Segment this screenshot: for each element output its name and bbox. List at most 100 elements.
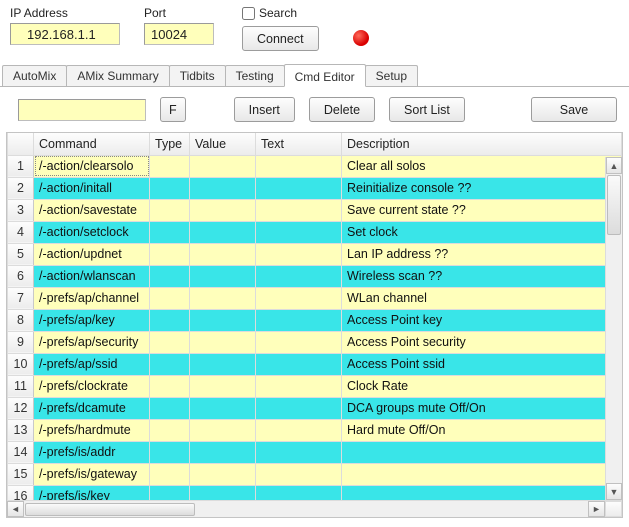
save-button[interactable]: Save xyxy=(531,97,617,122)
port-input[interactable] xyxy=(144,23,214,45)
cell-value[interactable] xyxy=(190,375,256,397)
cell-text[interactable] xyxy=(256,419,342,441)
cell-text[interactable] xyxy=(256,353,342,375)
cell-value[interactable] xyxy=(190,177,256,199)
table-row[interactable]: 15/-prefs/is/gateway xyxy=(8,463,622,485)
table-row[interactable]: 11/-prefs/clockrate Clock Rate xyxy=(8,375,622,397)
cell-type[interactable] xyxy=(150,375,190,397)
cell-value[interactable] xyxy=(190,485,256,500)
cell-value[interactable] xyxy=(190,265,256,287)
cell-value[interactable] xyxy=(190,331,256,353)
cell-description[interactable]: Clock Rate xyxy=(342,375,622,397)
cell-text[interactable] xyxy=(256,463,342,485)
row-number[interactable]: 12 xyxy=(8,397,34,419)
row-number[interactable]: 1 xyxy=(8,155,34,177)
cell-value[interactable] xyxy=(190,419,256,441)
cell-command[interactable]: /-action/initall xyxy=(34,177,150,199)
delete-button[interactable]: Delete xyxy=(309,97,375,122)
header-rownum[interactable] xyxy=(8,133,34,155)
cell-text[interactable] xyxy=(256,199,342,221)
tab-automix[interactable]: AutoMix xyxy=(2,65,67,86)
cell-text[interactable] xyxy=(256,375,342,397)
filter-button[interactable]: F xyxy=(160,97,186,122)
vertical-scroll-track[interactable] xyxy=(606,236,622,483)
scroll-left-icon[interactable]: ◄ xyxy=(7,501,24,517)
cell-description[interactable]: WLan channel xyxy=(342,287,622,309)
cell-description[interactable]: Clear all solos xyxy=(342,155,622,177)
grid-table[interactable]: Command Type Value Text Description 1/-a… xyxy=(7,133,622,500)
cell-text[interactable] xyxy=(256,243,342,265)
cell-value[interactable] xyxy=(190,397,256,419)
search-checkbox[interactable] xyxy=(242,7,255,20)
header-value[interactable]: Value xyxy=(190,133,256,155)
row-number[interactable]: 15 xyxy=(8,463,34,485)
horizontal-scroll-thumb[interactable] xyxy=(25,503,195,516)
cell-text[interactable] xyxy=(256,221,342,243)
cell-text[interactable] xyxy=(256,177,342,199)
cell-description[interactable] xyxy=(342,463,622,485)
cell-command[interactable]: /-action/updnet xyxy=(34,243,150,265)
search-checkbox-row[interactable]: Search xyxy=(242,6,319,20)
tab-tidbits[interactable]: Tidbits xyxy=(169,65,226,86)
cell-description[interactable]: Save current state ?? xyxy=(342,199,622,221)
cell-value[interactable] xyxy=(190,199,256,221)
cell-value[interactable] xyxy=(190,221,256,243)
scroll-down-icon[interactable]: ▼ xyxy=(606,483,622,500)
table-row[interactable]: 9/-prefs/ap/securityAccess Point securit… xyxy=(8,331,622,353)
row-number[interactable]: 14 xyxy=(8,441,34,463)
sort-button[interactable]: Sort List xyxy=(389,97,465,122)
cell-description[interactable]: Hard mute Off/On xyxy=(342,419,622,441)
horizontal-scroll-track[interactable] xyxy=(24,501,588,517)
cell-command[interactable]: /-action/clearsolo xyxy=(34,155,150,177)
cell-command[interactable]: /-action/savestate xyxy=(34,199,150,221)
cell-value[interactable] xyxy=(190,243,256,265)
cell-text[interactable] xyxy=(256,331,342,353)
row-number[interactable]: 9 xyxy=(8,331,34,353)
cell-description[interactable]: Wireless scan ?? xyxy=(342,265,622,287)
cell-command[interactable]: /-prefs/hardmute xyxy=(34,419,150,441)
row-number[interactable]: 13 xyxy=(8,419,34,441)
cell-command[interactable]: /-prefs/ap/ssid xyxy=(34,353,150,375)
cell-text[interactable] xyxy=(256,397,342,419)
row-number[interactable]: 3 xyxy=(8,199,34,221)
cell-type[interactable] xyxy=(150,463,190,485)
cell-text[interactable] xyxy=(256,155,342,177)
cell-command[interactable]: /-prefs/ap/channel xyxy=(34,287,150,309)
cell-command[interactable]: /-prefs/clockrate xyxy=(34,375,150,397)
table-row[interactable]: 3/-action/savestate Save current state ?? xyxy=(8,199,622,221)
table-row[interactable]: 4/-action/setclockSet clock xyxy=(8,221,622,243)
cell-description[interactable] xyxy=(342,441,622,463)
header-text[interactable]: Text xyxy=(256,133,342,155)
cell-value[interactable] xyxy=(190,463,256,485)
cell-type[interactable] xyxy=(150,155,190,177)
cell-type[interactable] xyxy=(150,485,190,500)
cell-type[interactable] xyxy=(150,177,190,199)
vertical-scroll-thumb[interactable] xyxy=(607,175,621,235)
cell-type[interactable] xyxy=(150,287,190,309)
table-row[interactable]: 5/-action/updnetLan IP address ?? xyxy=(8,243,622,265)
header-command[interactable]: Command xyxy=(34,133,150,155)
cell-text[interactable] xyxy=(256,265,342,287)
cell-value[interactable] xyxy=(190,155,256,177)
cell-command[interactable]: /-prefs/dcamute xyxy=(34,397,150,419)
cell-text[interactable] xyxy=(256,309,342,331)
table-row[interactable]: 2/-action/initallReinitialize console ?? xyxy=(8,177,622,199)
cell-command[interactable]: /-prefs/is/key xyxy=(34,485,150,500)
cell-description[interactable]: Access Point key xyxy=(342,309,622,331)
connect-button[interactable]: Connect xyxy=(242,26,319,51)
cell-type[interactable] xyxy=(150,243,190,265)
cell-type[interactable] xyxy=(150,265,190,287)
tab-amix-summary[interactable]: AMix Summary xyxy=(66,65,169,86)
cell-description[interactable]: Access Point ssid xyxy=(342,353,622,375)
cell-type[interactable] xyxy=(150,309,190,331)
row-number[interactable]: 6 xyxy=(8,265,34,287)
table-row[interactable]: 7/-prefs/ap/channelWLan channel xyxy=(8,287,622,309)
cell-description[interactable]: Set clock xyxy=(342,221,622,243)
scroll-right-icon[interactable]: ► xyxy=(588,501,605,517)
table-row[interactable]: 10/-prefs/ap/ssidAccess Point ssid xyxy=(8,353,622,375)
ip-input[interactable] xyxy=(10,23,120,45)
cell-command[interactable]: /-action/wlanscan xyxy=(34,265,150,287)
cell-value[interactable] xyxy=(190,441,256,463)
row-number[interactable]: 11 xyxy=(8,375,34,397)
tab-testing[interactable]: Testing xyxy=(225,65,285,86)
